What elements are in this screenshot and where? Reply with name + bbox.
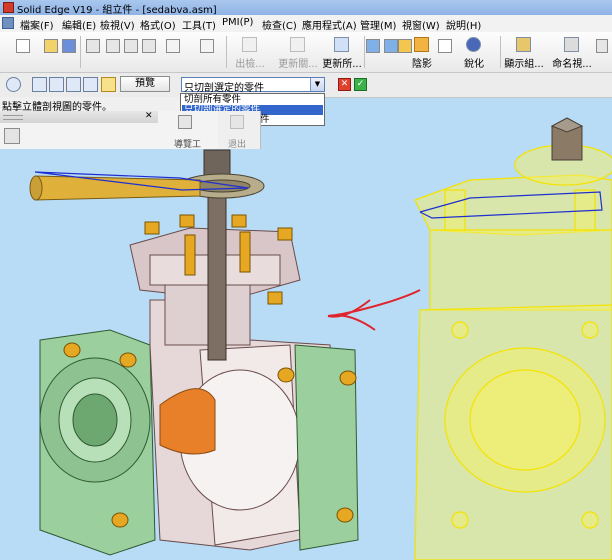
- menu-pmi[interactable]: PMI(P): [222, 17, 253, 28]
- sharpen-button[interactable]: 銳化: [460, 35, 488, 70]
- chevron-down-icon[interactable]: ▼: [310, 78, 324, 91]
- profile-icon[interactable]: [66, 77, 81, 92]
- title-bar: Solid Edge V19 - 組立件 - [sedabva.asm]: [0, 0, 612, 16]
- update-all-label: 更新所...: [322, 59, 362, 70]
- print-icon[interactable]: [86, 39, 100, 53]
- new-file-icon[interactable]: [16, 39, 30, 53]
- edgebar-panel: ✕: [0, 111, 159, 149]
- view-cube-icon[interactable]: [366, 39, 380, 53]
- menu-view[interactable]: 檢視(V): [100, 17, 135, 32]
- exit-label[interactable]: 退出: [228, 137, 246, 150]
- display-mode-icon[interactable]: [438, 39, 452, 53]
- main-toolbar: 出檢... 更新關... 更新所... 陰影 銳化 顯示組... 命名視...: [0, 32, 612, 73]
- clip-parts-select-value: 只切剖選定的零件: [184, 83, 264, 94]
- sharpen-icon: [466, 37, 481, 52]
- sharpen-label: 銳化: [464, 59, 484, 70]
- checkout-button[interactable]: 出檢...: [230, 35, 270, 70]
- solid-edge-app-icon: [3, 2, 14, 13]
- close-icon[interactable]: ✕: [145, 111, 153, 121]
- wireframe-stem: [550, 117, 584, 161]
- update-links-button[interactable]: 更新關...: [278, 35, 318, 70]
- prompt-bar: 點擊立體剖視圖的零件。: [0, 97, 180, 113]
- update-all-icon: [334, 37, 349, 52]
- define-plane-icon[interactable]: [49, 77, 64, 92]
- menu-help[interactable]: 說明(H): [446, 17, 481, 32]
- copy-icon[interactable]: [124, 39, 138, 53]
- view-shaded-icon[interactable]: [398, 39, 412, 53]
- toolbar-separator: [226, 36, 227, 68]
- shading-button[interactable]: 陰影: [412, 35, 432, 70]
- show-assembly-icon: [516, 37, 531, 52]
- document-system-icon[interactable]: [2, 17, 14, 29]
- step-home-icon[interactable]: [6, 77, 21, 92]
- cancel-button[interactable]: ✕: [338, 78, 351, 91]
- exit-panel: 退出: [218, 111, 261, 150]
- select-parts-icon[interactable]: [101, 77, 116, 92]
- assembly-tree-icon[interactable]: [4, 128, 20, 144]
- save-icon[interactable]: [62, 39, 76, 53]
- toolbar-separator: [500, 36, 501, 68]
- open-folder-icon[interactable]: [44, 39, 58, 53]
- menu-bar: 檔案(F) 編輯(E) 檢視(V) 格式(O) 工具(T) PMI(P) 檢查(…: [0, 15, 612, 33]
- undo-icon[interactable]: [166, 39, 180, 53]
- shading-icon: [414, 37, 429, 52]
- menu-window[interactable]: 視窗(W): [402, 17, 440, 32]
- named-views-icon: [564, 37, 579, 52]
- toolbar-separator: [364, 36, 365, 68]
- select-plane-icon[interactable]: [32, 77, 47, 92]
- menu-inspect[interactable]: 檢查(C): [262, 17, 297, 32]
- toolbar-separator: [80, 36, 81, 68]
- show-assembly-button[interactable]: 顯示組...: [504, 35, 544, 70]
- ok-button[interactable]: ✓: [354, 78, 367, 91]
- menu-tools[interactable]: 工具(T): [182, 17, 216, 32]
- navigator-tab-icon[interactable]: [178, 115, 192, 129]
- update-links-icon: [290, 37, 305, 52]
- menu-edit[interactable]: 編輯(E): [62, 17, 96, 32]
- preview-button[interactable]: 預覽: [120, 76, 170, 92]
- paste-icon[interactable]: [142, 39, 156, 53]
- panel-grip-icon[interactable]: [3, 115, 23, 120]
- update-all-button[interactable]: 更新所...: [322, 35, 362, 70]
- checkout-label: 出檢...: [235, 59, 265, 70]
- wireframe-valve-model[interactable]: [414, 144, 612, 560]
- shading-label: 陰影: [412, 59, 432, 70]
- named-views-button[interactable]: 命名視...: [550, 35, 594, 70]
- menu-format[interactable]: 格式(O): [140, 17, 176, 32]
- menu-manage[interactable]: 管理(M): [360, 17, 396, 32]
- update-links-label: 更新關...: [278, 59, 318, 70]
- toolbar-overflow-icon[interactable]: [596, 39, 608, 53]
- redo-icon[interactable]: [200, 39, 214, 53]
- window-title: Solid Edge V19 - 組立件 - [sedabva.asm]: [17, 5, 217, 16]
- show-assembly-label: 顯示組...: [504, 59, 544, 70]
- extent-icon[interactable]: [83, 77, 98, 92]
- assembly-disabled-icon: [242, 37, 257, 52]
- panel-header: ✕: [0, 111, 158, 123]
- cut-icon[interactable]: [106, 39, 120, 53]
- navigator-tab-label[interactable]: 導覽工: [174, 137, 201, 150]
- menu-applications[interactable]: 應用程式(A): [302, 17, 357, 32]
- menu-file[interactable]: 檔案(F): [20, 17, 54, 32]
- view-iso-icon[interactable]: [384, 39, 398, 53]
- clip-parts-select[interactable]: 只切剖選定的零件 ▼: [181, 77, 325, 94]
- edgebar-tab: 導覽工: [158, 111, 219, 150]
- exit-icon[interactable]: [230, 115, 244, 129]
- named-views-label: 命名視...: [552, 59, 592, 70]
